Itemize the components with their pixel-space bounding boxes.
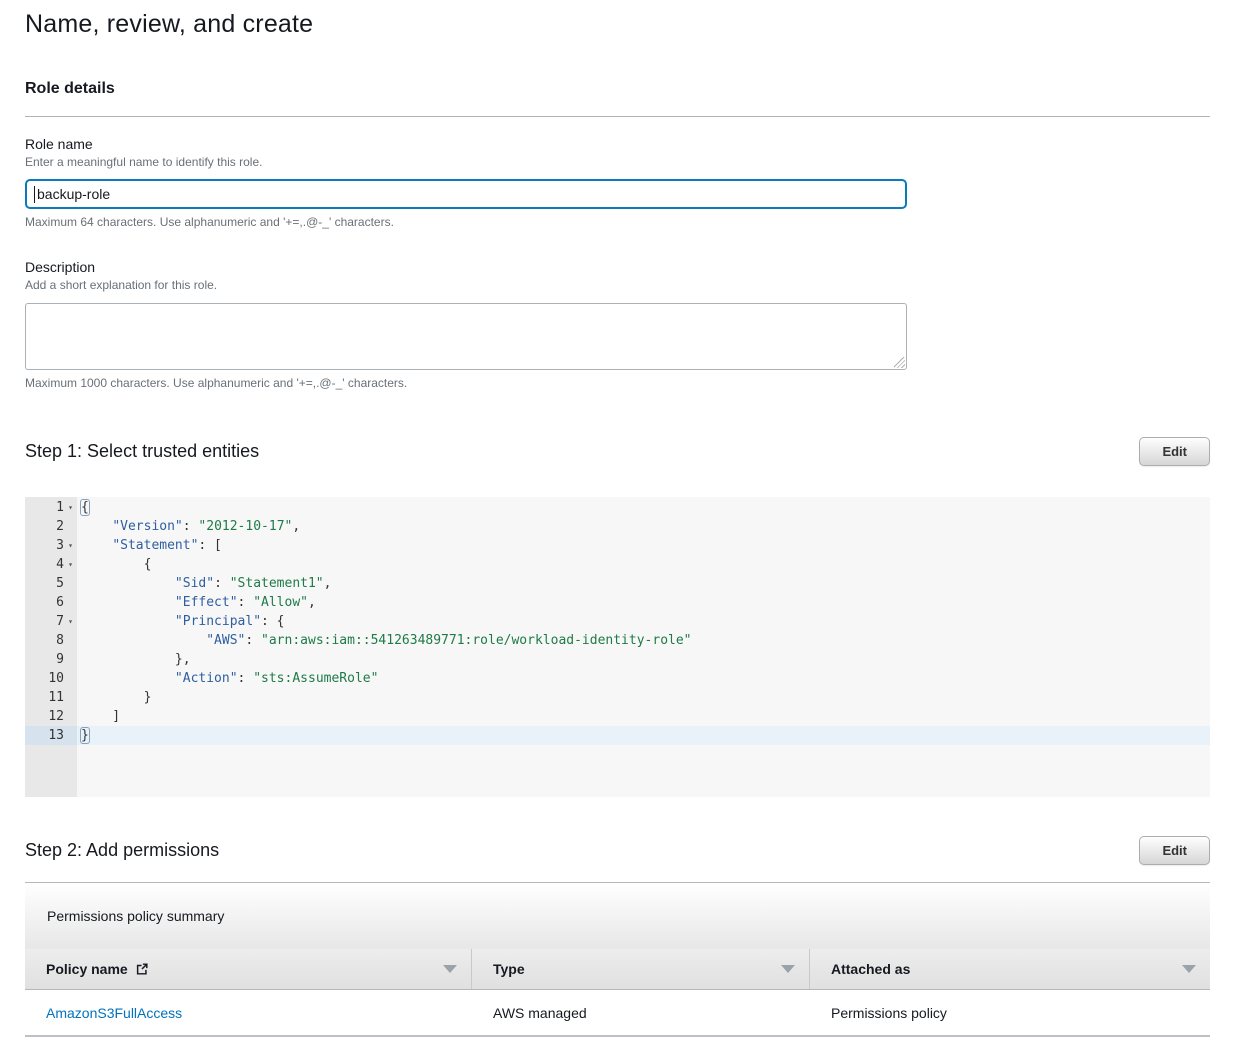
step1-edit-button[interactable]: Edit bbox=[1139, 437, 1210, 466]
description-textarea-wrap bbox=[25, 303, 907, 370]
step2-heading: Step 2: Add permissions bbox=[25, 840, 219, 861]
code-line: "Version": "2012-10-17", bbox=[77, 517, 1210, 536]
description-constraint: Maximum 1000 characters. Use alphanumeri… bbox=[25, 376, 1210, 390]
code-line: "Effect": "Allow", bbox=[77, 593, 1210, 612]
attached-as-cell: Permissions policy bbox=[810, 1005, 1210, 1021]
fold-caret-icon: ▾ bbox=[64, 498, 77, 517]
code-gutter: 1▾23▾4▾567▾8910111213 bbox=[25, 497, 77, 797]
code-line: }, bbox=[77, 650, 1210, 669]
step1-heading: Step 1: Select trusted entities bbox=[25, 441, 259, 462]
text-caret bbox=[34, 186, 35, 203]
gutter-line-number: 6 bbox=[25, 593, 77, 612]
fold-caret-icon: ▾ bbox=[64, 555, 77, 574]
fold-caret-icon: ▾ bbox=[64, 612, 77, 631]
step2-edit-button[interactable]: Edit bbox=[1139, 836, 1210, 865]
gutter-line-number: 10 bbox=[25, 669, 77, 688]
gutter-line-number[interactable]: 4▾ bbox=[25, 555, 77, 574]
gutter-line-number: 9 bbox=[25, 650, 77, 669]
code-line: "Sid": "Statement1", bbox=[77, 574, 1210, 593]
code-line: "Principal": { bbox=[77, 612, 1210, 631]
code-line: "AWS": "arn:aws:iam::541263489771:role/w… bbox=[77, 631, 1210, 650]
resize-handle-icon[interactable] bbox=[894, 357, 905, 368]
role-details-heading: Role details bbox=[25, 80, 1210, 98]
description-textarea[interactable] bbox=[25, 303, 907, 370]
gutter-line-number: 2 bbox=[25, 517, 77, 536]
role-name-input[interactable] bbox=[25, 179, 907, 209]
permissions-panel-title: Permissions policy summary bbox=[25, 883, 1210, 949]
filter-triangle-icon[interactable] bbox=[1182, 965, 1196, 973]
code-line: "Statement": [ bbox=[77, 536, 1210, 555]
table-row: AmazonS3FullAccess AWS managedPermissions… bbox=[25, 990, 1210, 1037]
description-label: Description bbox=[25, 259, 1210, 275]
permissions-table-body: AmazonS3FullAccess AWS managedPermissions… bbox=[25, 990, 1210, 1037]
trust-policy-json-editor[interactable]: 1▾23▾4▾567▾8910111213 { "Version": "2012… bbox=[25, 497, 1210, 797]
filter-triangle-icon[interactable] bbox=[443, 965, 457, 973]
code-line: { bbox=[77, 498, 1210, 517]
gutter-line-number[interactable]: 3▾ bbox=[25, 536, 77, 555]
gutter-line-number: 5 bbox=[25, 574, 77, 593]
role-name-input-wrap bbox=[25, 179, 907, 209]
page-title: Name, review, and create bbox=[25, 10, 1210, 39]
role-details-divider bbox=[25, 116, 1210, 117]
code-line: } bbox=[77, 726, 1210, 745]
column-header-attached-as: Attached as bbox=[810, 949, 1210, 989]
column-header-type: Type bbox=[472, 949, 810, 989]
gutter-line-number[interactable]: 1▾ bbox=[25, 498, 77, 517]
name-review-create-page: Name, review, and create Role details Ro… bbox=[0, 0, 1242, 1057]
column-header-policy-name: Policy name bbox=[25, 949, 472, 989]
gutter-line-number: 12 bbox=[25, 707, 77, 726]
code-line: } bbox=[77, 688, 1210, 707]
role-name-hint: Enter a meaningful name to identify this… bbox=[25, 155, 1210, 169]
filter-triangle-icon[interactable] bbox=[781, 965, 795, 973]
gutter-line-number: 13 bbox=[25, 726, 77, 745]
gutter-line-number: 8 bbox=[25, 631, 77, 650]
code-line: ] bbox=[77, 707, 1210, 726]
code-line: "Action": "sts:AssumeRole" bbox=[77, 669, 1210, 688]
permissions-summary-panel: Permissions policy summary Policy name bbox=[25, 883, 1210, 1037]
role-name-constraint: Maximum 64 characters. Use alphanumeric … bbox=[25, 215, 1210, 229]
gutter-line-number[interactable]: 7▾ bbox=[25, 612, 77, 631]
fold-caret-icon: ▾ bbox=[64, 536, 77, 555]
permissions-table-header: Policy name Type Attached as bbox=[25, 949, 1210, 990]
role-name-label: Role name bbox=[25, 136, 1210, 152]
code-line: { bbox=[77, 555, 1210, 574]
external-link-icon bbox=[135, 962, 149, 976]
gutter-line-number: 11 bbox=[25, 688, 77, 707]
policy-name-link[interactable]: AmazonS3FullAccess bbox=[46, 1005, 182, 1021]
description-hint: Add a short explanation for this role. bbox=[25, 278, 1210, 292]
code-lines: { "Version": "2012-10-17", "Statement": … bbox=[77, 497, 1210, 797]
policy-type-cell: AWS managed bbox=[472, 1005, 810, 1021]
